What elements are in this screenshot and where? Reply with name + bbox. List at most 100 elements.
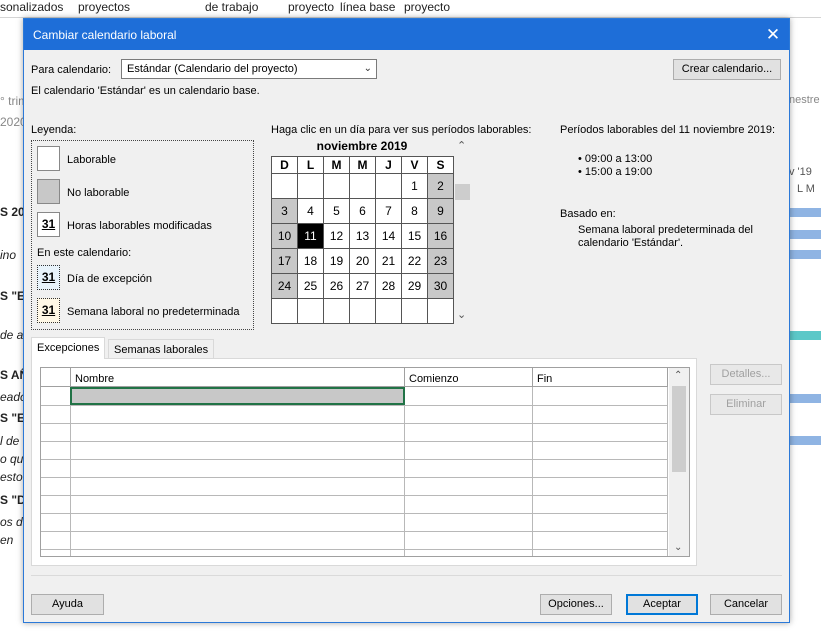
calendar-day[interactable]: 9: [427, 198, 454, 224]
chevron-up-icon[interactable]: ⌃: [674, 370, 682, 381]
period-item: • 09:00 a 13:00: [578, 153, 653, 165]
based-on-text: calendario 'Estándar'.: [578, 237, 684, 249]
options-button[interactable]: Opciones...: [540, 594, 612, 615]
calendar-day[interactable]: 12: [323, 223, 350, 249]
grid-row-line: [41, 495, 668, 496]
nonworking-swatch: [37, 179, 60, 204]
bg-row: S 20: [0, 205, 24, 219]
weekday-header: M: [323, 156, 350, 174]
gantt-right: nestre v '19 L M: [789, 18, 821, 637]
gantt-bar: [789, 230, 821, 239]
grid-scrollbar[interactable]: ⌃ ⌄: [669, 368, 689, 556]
column-header-finish[interactable]: Fin: [533, 368, 668, 387]
column-header-start[interactable]: Comienzo: [405, 368, 533, 387]
calendar-day[interactable]: 29: [401, 273, 428, 299]
calendar-empty-cell: [271, 298, 298, 324]
scroll-thumb[interactable]: [672, 386, 686, 472]
cancel-button[interactable]: Cancelar: [710, 594, 782, 615]
calendar-day[interactable]: 8: [401, 198, 428, 224]
calendar-empty-cell: [427, 298, 454, 324]
for-calendar-label: Para calendario:: [31, 64, 112, 76]
calendar-day[interactable]: 11: [297, 223, 324, 249]
gantt-bar: [789, 436, 821, 445]
calendar-day[interactable]: 27: [349, 273, 376, 299]
calendar-day[interactable]: 21: [375, 248, 402, 274]
grid-row-line: [41, 531, 668, 532]
exception-swatch: 31: [37, 265, 60, 290]
calendar-day[interactable]: 26: [323, 273, 350, 299]
gantt-bar: [789, 394, 821, 403]
calendar-day[interactable]: 14: [375, 223, 402, 249]
legend-title: Leyenda:: [31, 124, 77, 136]
calendar-empty-cell: [323, 173, 350, 199]
base-calendar-note: El calendario 'Estándar' es un calendari…: [31, 85, 260, 97]
bg-row: ino: [0, 248, 17, 262]
calendar-scrollbar[interactable]: ⌃ ⌄: [454, 139, 471, 324]
modified-hours-swatch: 31: [37, 212, 60, 237]
calendar-day[interactable]: 23: [427, 248, 454, 274]
accept-button[interactable]: Aceptar: [626, 594, 698, 615]
calendar-day[interactable]: 13: [349, 223, 376, 249]
calendar-day[interactable]: 25: [297, 273, 324, 299]
calendar-empty-cell: [297, 298, 324, 324]
nonworking-label: No laborable: [67, 187, 130, 199]
calendar-day[interactable]: 6: [349, 198, 376, 224]
period-item: • 15:00 a 19:00: [578, 166, 653, 178]
scroll-thumb[interactable]: [455, 184, 470, 200]
ribbon-text: de trabajo: [205, 0, 259, 14]
calendar-day[interactable]: 28: [375, 273, 402, 299]
calendar-day[interactable]: 5: [323, 198, 350, 224]
calendar-day[interactable]: 2: [427, 173, 454, 199]
grid-corner: [41, 368, 71, 387]
in-this-calendar-label: En este calendario:: [37, 247, 132, 259]
bg-row: ° trim: [0, 94, 24, 108]
calendar-day[interactable]: 24: [271, 273, 298, 299]
tab-work-weeks[interactable]: Semanas laborales: [108, 339, 215, 358]
calendar-day[interactable]: 15: [401, 223, 428, 249]
calendar-day[interactable]: 20: [349, 248, 376, 274]
dialog-title: Cambiar calendario laboral: [33, 28, 177, 42]
calendar-day[interactable]: 10: [271, 223, 298, 249]
calendar-day[interactable]: 1: [401, 173, 428, 199]
chevron-down-icon[interactable]: ⌄: [674, 542, 682, 553]
calendar-day[interactable]: 19: [323, 248, 350, 274]
details-button[interactable]: Detalles...: [710, 364, 782, 385]
help-button[interactable]: Ayuda: [31, 594, 104, 615]
grid-row-line: [41, 459, 668, 460]
ribbon-text: sonalizados: [0, 0, 64, 14]
exceptions-grid[interactable]: Nombre Comienzo Fin ⌃ ⌄: [40, 367, 690, 557]
chevron-up-icon[interactable]: ⌃: [457, 139, 466, 152]
close-icon[interactable]: ✕: [757, 19, 789, 50]
ribbon-text: proyecto: [404, 0, 451, 14]
working-label: Laborable: [67, 154, 116, 166]
delete-button[interactable]: Eliminar: [710, 394, 782, 415]
calendar-empty-cell: [375, 298, 402, 324]
bg-row: en: [0, 533, 14, 547]
grid-row-line: [41, 513, 668, 514]
calendar-day[interactable]: 22: [401, 248, 428, 274]
modified-hours-label: Horas laborables modificadas: [67, 220, 212, 232]
calendar-day[interactable]: 4: [297, 198, 324, 224]
grid-row-line: [41, 441, 668, 442]
column-header-name[interactable]: Nombre: [71, 368, 405, 387]
grid-row-line: [41, 477, 668, 478]
calendar-day[interactable]: 16: [427, 223, 454, 249]
calendar-day[interactable]: 7: [375, 198, 402, 224]
grid-row-line: [41, 405, 668, 406]
bg-row: de a: [0, 328, 24, 342]
calendar-day[interactable]: 30: [427, 273, 454, 299]
calendar-empty-cell: [297, 173, 324, 199]
task-sheet-left: ° trim 2020 S 20 ino S "E de a S AÑ eado…: [0, 18, 24, 637]
calendar-day[interactable]: 18: [297, 248, 324, 274]
calendar-select[interactable]: Estándar (Calendario del proyecto) ⌄: [121, 59, 377, 79]
create-calendar-button[interactable]: Crear calendario...: [673, 59, 781, 80]
legend-box: Laborable No laborable 31 Horas laborabl…: [31, 140, 254, 330]
chevron-down-icon[interactable]: ⌄: [457, 308, 466, 321]
month-calendar[interactable]: D L M M J V S 1 2 3 4 5 6 7 8 9 10 11 12 13 14 15 16 17 18 19 20 21…: [271, 156, 454, 324]
calendar-day[interactable]: 3: [271, 198, 298, 224]
based-on-text: Semana laboral predeterminada del: [578, 224, 753, 236]
based-on-label: Basado en:: [560, 208, 616, 220]
active-cell[interactable]: [70, 387, 405, 405]
calendar-day[interactable]: 17: [271, 248, 298, 274]
tab-exceptions[interactable]: Excepciones: [31, 337, 106, 359]
